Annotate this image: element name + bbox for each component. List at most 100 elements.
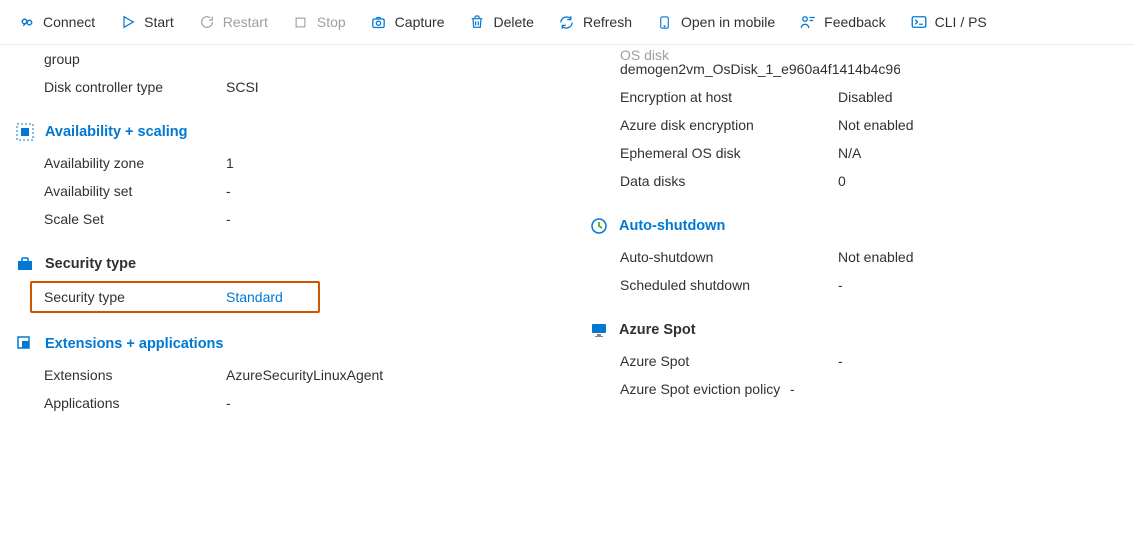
security-heading: Security type: [16, 255, 620, 273]
feedback-icon: [799, 13, 817, 31]
azure-spot-value: -: [838, 353, 843, 369]
auto-shutdown-value: Not enabled: [838, 249, 914, 265]
start-label: Start: [144, 14, 174, 30]
availability-set-row: Availability set -: [44, 177, 620, 205]
cli-ps-label: CLI / PS: [935, 14, 987, 30]
right-column: OS disk demogen2vm_OsDisk_1_e960a4f1414b…: [620, 49, 1120, 417]
auto-shutdown-label: Auto-shutdown: [620, 249, 838, 265]
applications-label: Applications: [44, 395, 226, 411]
refresh-icon: [558, 13, 576, 31]
group-row: group: [44, 49, 620, 73]
scheduled-shutdown-value: -: [838, 277, 843, 293]
clock-icon: [590, 217, 608, 235]
azure-spot-row: Azure Spot -: [620, 347, 1120, 375]
ephemeral-label: Ephemeral OS disk: [620, 145, 838, 161]
properties-content: group Disk controller type SCSI Availabi…: [0, 45, 1134, 417]
data-disks-row: Data disks 0: [620, 167, 1120, 195]
play-icon: [119, 13, 137, 31]
encryption-host-label: Encryption at host: [620, 89, 838, 105]
security-briefcase-icon: [16, 255, 34, 273]
scale-set-row: Scale Set -: [44, 205, 620, 233]
capture-icon: [370, 13, 388, 31]
cli-ps-button[interactable]: CLI / PS: [900, 9, 997, 35]
os-disk-value: demogen2vm_OsDisk_1_e960a4f1414b4c968103…: [620, 61, 900, 77]
security-heading-label: Security type: [45, 256, 136, 272]
security-type-row: Security type Standard: [44, 283, 318, 311]
refresh-label: Refresh: [583, 14, 632, 30]
security-type-highlight: Security type Standard: [30, 281, 320, 313]
feedback-button[interactable]: Feedback: [789, 9, 895, 35]
applications-row: Applications -: [44, 389, 620, 417]
cli-icon: [910, 13, 928, 31]
group-label: group: [44, 51, 226, 67]
security-section: Security type Security type Standard: [44, 255, 620, 313]
applications-value: -: [226, 395, 231, 411]
connect-button[interactable]: Connect: [8, 9, 105, 35]
extensions-row: Extensions AzureSecurityLinuxAgent: [44, 361, 620, 389]
left-column: group Disk controller type SCSI Availabi…: [0, 49, 620, 417]
availability-zone-row: Availability zone 1: [44, 149, 620, 177]
availability-icon: [16, 123, 34, 141]
delete-label: Delete: [493, 14, 533, 30]
open-in-mobile-label: Open in mobile: [681, 14, 775, 30]
availability-heading[interactable]: Availability + scaling: [16, 123, 620, 141]
stop-button[interactable]: Stop: [282, 9, 356, 35]
availability-zone-label: Availability zone: [44, 155, 226, 171]
mobile-icon: [656, 13, 674, 31]
data-disks-value: 0: [838, 173, 846, 189]
encryption-host-row: Encryption at host Disabled: [620, 83, 1120, 111]
auto-shutdown-row: Auto-shutdown Not enabled: [620, 243, 1120, 271]
restart-label: Restart: [223, 14, 268, 30]
capture-label: Capture: [395, 14, 445, 30]
ade-value: Not enabled: [838, 117, 914, 133]
scheduled-shutdown-label: Scheduled shutdown: [620, 277, 838, 293]
spot-monitor-icon: [590, 321, 608, 339]
extensions-section: Extensions + applications Extensions Azu…: [44, 335, 620, 417]
azure-spot-eviction-label: Azure Spot eviction policy: [620, 381, 790, 397]
azure-spot-label: Azure Spot: [620, 353, 838, 369]
ade-row: Azure disk encryption Not enabled: [620, 111, 1120, 139]
connect-icon: [18, 13, 36, 31]
disk-controller-label: Disk controller type: [44, 79, 226, 95]
auto-shutdown-heading-label: Auto-shutdown: [619, 218, 725, 234]
ephemeral-value: N/A: [838, 145, 861, 161]
extensions-value: AzureSecurityLinuxAgent: [226, 367, 383, 383]
availability-heading-label: Availability + scaling: [45, 124, 188, 140]
azure-spot-eviction-row: Azure Spot eviction policy -: [620, 375, 1120, 403]
extensions-heading[interactable]: Extensions + applications: [16, 335, 620, 353]
azure-spot-heading-label: Azure Spot: [619, 322, 696, 338]
restart-button[interactable]: Restart: [188, 9, 278, 35]
disk-controller-value: SCSI: [226, 79, 259, 95]
disk-controller-row: Disk controller type SCSI: [44, 73, 620, 101]
security-type-label: Security type: [44, 289, 226, 305]
scale-set-value: -: [226, 211, 231, 227]
data-disks-label: Data disks: [620, 173, 838, 189]
availability-set-value: -: [226, 183, 231, 199]
capture-button[interactable]: Capture: [360, 9, 455, 35]
availability-section: Availability + scaling Availability zone…: [44, 123, 620, 233]
connect-label: Connect: [43, 14, 95, 30]
stop-icon: [292, 13, 310, 31]
extensions-icon: [16, 335, 34, 353]
azure-spot-eviction-value: -: [790, 381, 795, 397]
scale-set-label: Scale Set: [44, 211, 226, 227]
refresh-button[interactable]: Refresh: [548, 9, 642, 35]
feedback-label: Feedback: [824, 14, 885, 30]
security-type-value[interactable]: Standard: [226, 289, 283, 305]
start-button[interactable]: Start: [109, 9, 184, 35]
restart-icon: [198, 13, 216, 31]
azure-spot-heading: Azure Spot: [590, 321, 1120, 339]
delete-button[interactable]: Delete: [458, 9, 543, 35]
auto-shutdown-heading[interactable]: Auto-shutdown: [590, 217, 1120, 235]
extensions-heading-label: Extensions + applications: [45, 336, 223, 352]
ade-label: Azure disk encryption: [620, 117, 838, 133]
azure-spot-section: Azure Spot Azure Spot - Azure Spot evict…: [620, 321, 1120, 403]
os-disk-value-row: demogen2vm_OsDisk_1_e960a4f1414b4c968103…: [620, 61, 1120, 83]
open-in-mobile-button[interactable]: Open in mobile: [646, 9, 785, 35]
stop-label: Stop: [317, 14, 346, 30]
encryption-host-value: Disabled: [838, 89, 892, 105]
scheduled-shutdown-row: Scheduled shutdown -: [620, 271, 1120, 299]
extensions-label: Extensions: [44, 367, 226, 383]
auto-shutdown-section: Auto-shutdown Auto-shutdown Not enabled …: [620, 217, 1120, 299]
trash-icon: [468, 13, 486, 31]
